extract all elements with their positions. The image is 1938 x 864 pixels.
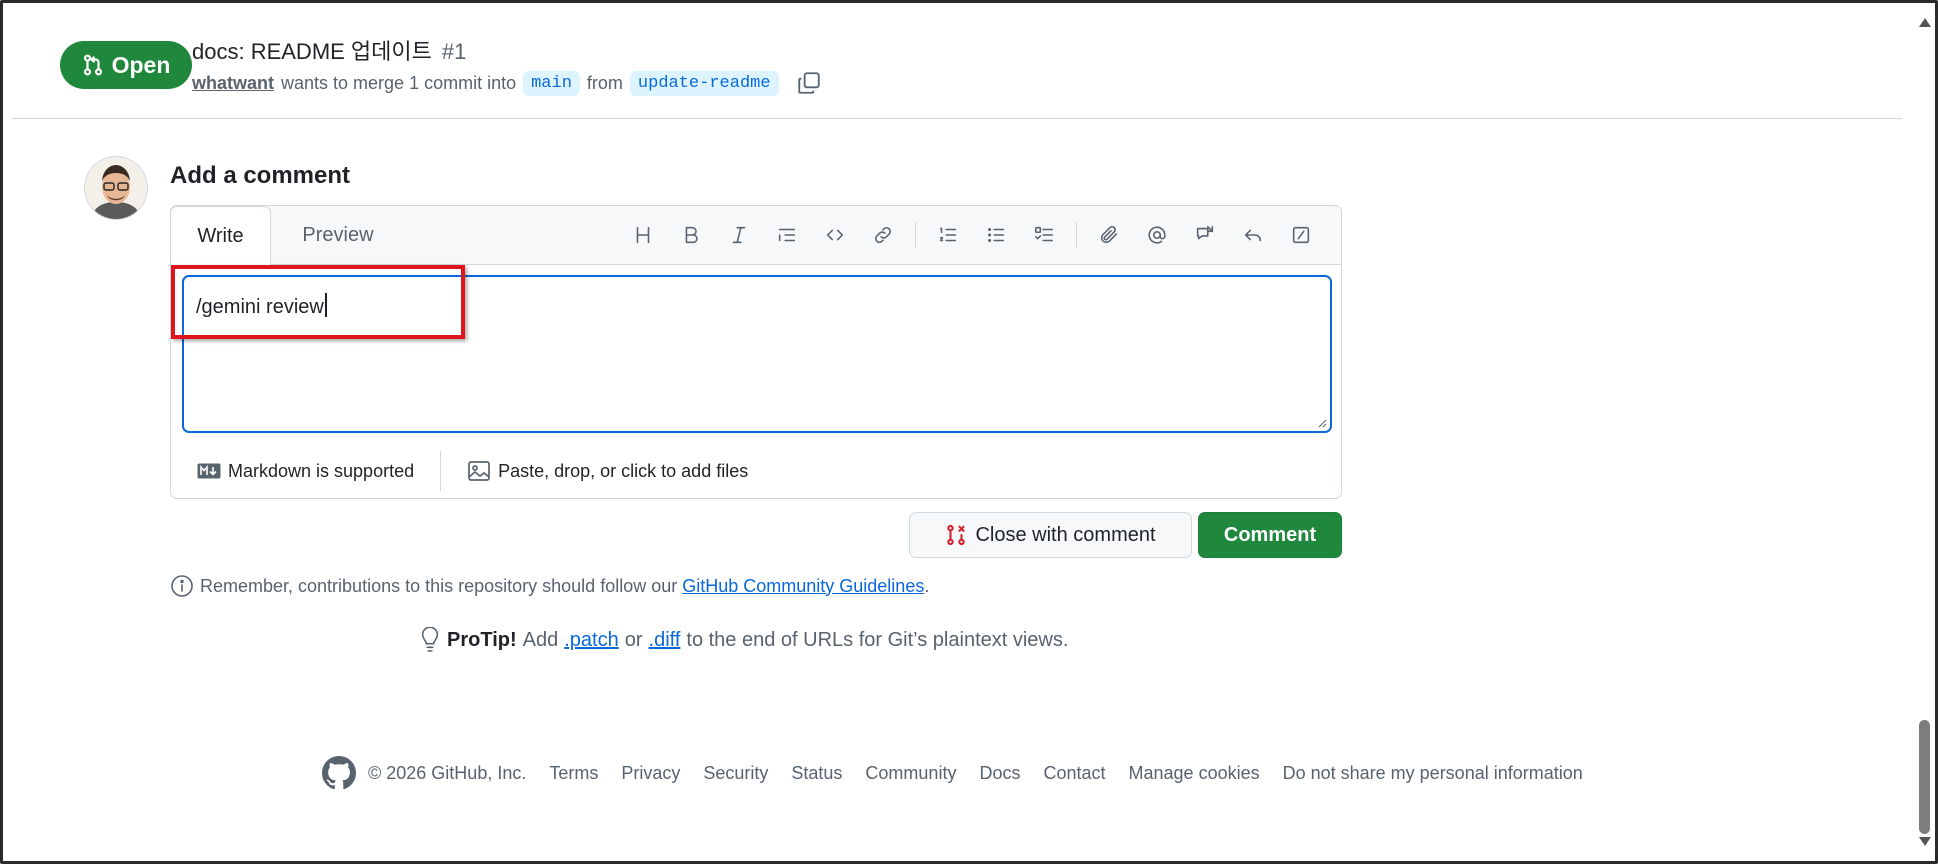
markdown-icon xyxy=(197,463,221,479)
pr-state-label: Open xyxy=(111,51,171,78)
guidelines-note: Remember, contributions to this reposito… xyxy=(170,574,929,598)
footer-link-manage-cookies[interactable]: Manage cookies xyxy=(1129,763,1260,784)
vertical-scrollbar[interactable] xyxy=(1913,12,1935,852)
merge-text: wants to merge 1 commit into xyxy=(281,72,517,93)
resize-handle-icon[interactable] xyxy=(1317,418,1327,428)
tab-write[interactable]: Write xyxy=(170,206,271,265)
avatar[interactable] xyxy=(84,156,148,220)
numbered-list-icon[interactable] xyxy=(931,218,965,252)
footer-link-contact[interactable]: Contact xyxy=(1043,763,1105,784)
pr-state-badge: Open xyxy=(60,41,192,89)
protip-label: ProTip! xyxy=(447,628,517,651)
light-bulb-icon xyxy=(421,627,439,652)
head-branch[interactable]: update-readme xyxy=(629,70,779,96)
task-list-icon[interactable] xyxy=(1027,218,1061,252)
patch-link[interactable]: .patch xyxy=(564,629,618,652)
protip-text-1: Add xyxy=(522,628,559,651)
comment-editor: Write Preview /gemini review Markdown is… xyxy=(170,205,1342,499)
toolbar-divider xyxy=(1076,222,1077,248)
mention-icon[interactable] xyxy=(1140,218,1174,252)
base-branch[interactable]: main xyxy=(523,70,580,96)
git-pull-request-icon xyxy=(83,54,102,76)
copy-icon[interactable] xyxy=(796,70,822,96)
footer-link-terms[interactable]: Terms xyxy=(549,763,598,784)
bold-icon[interactable] xyxy=(674,218,708,252)
community-guidelines-link[interactable]: GitHub Community Guidelines xyxy=(682,576,924,596)
markdown-support-link[interactable]: Markdown is supported xyxy=(171,460,414,482)
close-with-comment-label: Close with comment xyxy=(975,523,1156,546)
scroll-thumb[interactable] xyxy=(1919,720,1930,834)
footer-link-security[interactable]: Security xyxy=(703,763,768,784)
unordered-list-icon[interactable] xyxy=(979,218,1013,252)
code-icon[interactable] xyxy=(818,218,852,252)
site-footer: © 2026 GitHub, Inc. Terms Privacy Securi… xyxy=(322,756,1606,790)
toolbar-divider xyxy=(915,222,916,248)
format-toolbar xyxy=(619,206,1325,264)
scroll-up-arrow-icon[interactable] xyxy=(1919,18,1931,27)
comment-button[interactable]: Comment xyxy=(1198,512,1342,558)
pr-title-text: docs: README 업데이트 xyxy=(192,39,432,64)
tab-preview[interactable]: Preview xyxy=(283,206,393,264)
footer-link-privacy[interactable]: Privacy xyxy=(621,763,680,784)
editor-footer: Markdown is supported Paste, drop, or cl… xyxy=(171,443,1341,499)
attach-icon[interactable] xyxy=(1092,218,1126,252)
attach-files-button[interactable]: Paste, drop, or click to add files xyxy=(441,460,748,482)
close-with-comment-button[interactable]: Close with comment xyxy=(909,512,1192,558)
footer-link-do-not-share[interactable]: Do not share my personal information xyxy=(1283,763,1583,784)
link-icon[interactable] xyxy=(866,218,900,252)
markdown-note: Markdown is supported xyxy=(228,460,415,481)
image-icon xyxy=(468,461,490,481)
protip: ProTip! Add .patch or .diff to the end o… xyxy=(419,627,1068,653)
attach-note: Paste, drop, or click to add files xyxy=(498,460,749,481)
guidelines-prefix: Remember, contributions to this reposito… xyxy=(200,575,678,596)
git-pull-request-closed-icon xyxy=(947,524,966,546)
protip-or: or xyxy=(624,628,643,651)
footer-link-community[interactable]: Community xyxy=(865,763,956,784)
cross-reference-icon[interactable] xyxy=(1188,218,1222,252)
protip-text-2: to the end of URLs for Git’s plaintext v… xyxy=(686,628,1069,651)
diff-link[interactable]: .diff xyxy=(649,629,681,652)
scroll-down-arrow-icon[interactable] xyxy=(1919,837,1931,846)
highlight-annotation xyxy=(171,265,465,339)
add-comment-heading: Add a comment xyxy=(170,162,351,189)
editor-header: Write Preview xyxy=(170,206,1341,265)
pr-author-link[interactable]: whatwant xyxy=(192,73,274,94)
pr-title: docs: README 업데이트 #1 xyxy=(192,34,466,66)
slash-command-icon[interactable] xyxy=(1284,218,1318,252)
info-icon xyxy=(171,575,193,597)
heading-icon[interactable] xyxy=(626,218,660,252)
from-text: from xyxy=(586,72,623,93)
pr-merge-info: whatwant wants to merge 1 commit into ma… xyxy=(192,70,822,96)
pr-header: Open docs: README 업데이트 #1 whatwant wants … xyxy=(12,14,1902,119)
footer-copyright: © 2026 GitHub, Inc. xyxy=(368,762,527,783)
quote-icon[interactable] xyxy=(770,218,804,252)
footer-link-status[interactable]: Status xyxy=(791,763,842,784)
footer-link-docs[interactable]: Docs xyxy=(979,763,1020,784)
saved-reply-icon[interactable] xyxy=(1236,218,1270,252)
pr-number: #1 xyxy=(441,39,467,64)
guidelines-suffix: . xyxy=(924,575,930,596)
github-logo-icon[interactable] xyxy=(322,756,356,790)
italic-icon[interactable] xyxy=(722,218,756,252)
avatar-image xyxy=(85,157,147,219)
